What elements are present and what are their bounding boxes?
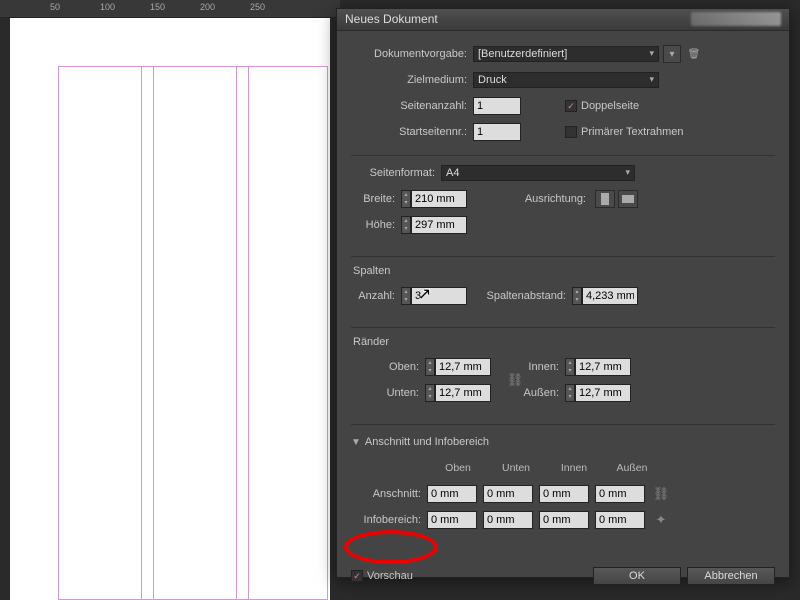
link-margins-icon[interactable]: ⛓ — [507, 368, 523, 392]
save-preset-icon[interactable]: ▾ — [663, 45, 681, 63]
orientation-landscape-button[interactable] — [618, 190, 638, 208]
link-slug-icon[interactable]: ✦ — [653, 508, 669, 532]
bleed-inner-input[interactable] — [539, 485, 589, 503]
gutter-spinner[interactable]: ▴▾ — [572, 287, 582, 305]
bleed-header-top: Oben — [429, 462, 487, 474]
ruler-mark: 250 — [250, 2, 265, 12]
slug-outer-input[interactable] — [595, 511, 645, 529]
margin-outer-spinner[interactable]: ▴▾ — [565, 384, 575, 402]
bleed-header-inner: Innen — [545, 462, 603, 474]
bleed-header-outer: Außen — [603, 462, 661, 474]
column-count-input[interactable] — [411, 287, 467, 305]
preset-label: Dokumentvorgabe: — [351, 48, 473, 60]
bleed-top-input[interactable] — [427, 485, 477, 503]
margin-top-input[interactable] — [435, 358, 491, 376]
slug-top-input[interactable] — [427, 511, 477, 529]
intent-label: Zielmedium: — [351, 74, 473, 86]
pagesize-label: Seitenformat: — [351, 167, 441, 179]
margin-top-label: Oben: — [351, 361, 425, 373]
column-count-label: Anzahl: — [351, 290, 401, 302]
pages-input-group — [473, 97, 521, 115]
margins-section-label: Ränder — [353, 336, 775, 348]
bleed-outer-input[interactable] — [595, 485, 645, 503]
height-spinner[interactable]: ▴▾ — [401, 216, 411, 234]
ruler-mark: 200 — [200, 2, 215, 12]
bleed-section-label: Anschnitt und Infobereich — [365, 436, 489, 448]
new-document-dialog: Neues Dokument Dokumentvorgabe: [Benutze… — [336, 8, 790, 578]
intent-select[interactable]: Druck — [473, 72, 659, 88]
margin-bottom-label: Unten: — [351, 387, 425, 399]
margin-outer-input[interactable] — [575, 384, 631, 402]
startpage-input[interactable] — [473, 123, 521, 141]
preview-label: Vorschau — [367, 570, 413, 582]
ok-button[interactable]: OK — [593, 567, 681, 585]
facing-pages-checkbox[interactable] — [565, 100, 577, 112]
slug-inner-input[interactable] — [539, 511, 589, 529]
horizontal-ruler: 50 100 150 200 250 — [0, 0, 340, 18]
slug-label: Infobereich: — [351, 514, 427, 526]
bleed-header-bottom: Unten — [487, 462, 545, 474]
margin-bottom-spinner[interactable]: ▴▾ — [425, 384, 435, 402]
ruler-mark: 50 — [50, 2, 60, 12]
margin-inner-input[interactable] — [575, 358, 631, 376]
pages-label: Seitenanzahl: — [351, 100, 473, 112]
width-label: Breite: — [351, 193, 401, 205]
margin-top-spinner[interactable]: ▴▾ — [425, 358, 435, 376]
ruler-mark: 150 — [150, 2, 165, 12]
columns-section-label: Spalten — [353, 265, 775, 277]
window-controls-blur — [691, 12, 781, 26]
column-guide — [153, 66, 154, 600]
orientation-portrait-button[interactable] — [595, 190, 615, 208]
width-spinner[interactable]: ▴▾ — [401, 190, 411, 208]
bleed-bottom-input[interactable] — [483, 485, 533, 503]
ruler-mark: 100 — [100, 2, 115, 12]
preset-select[interactable]: [Benutzerdefiniert] — [473, 46, 659, 62]
orientation-label: Ausrichtung: — [467, 193, 592, 205]
primary-text-frame-checkbox[interactable] — [565, 126, 577, 138]
column-guide — [248, 66, 249, 600]
link-bleed-icon[interactable]: ⛓ — [653, 482, 669, 506]
bleed-section-disclosure-icon[interactable]: ▼ — [351, 437, 361, 448]
bleed-label: Anschnitt: — [351, 488, 427, 500]
margin-inner-spinner[interactable]: ▴▾ — [565, 358, 575, 376]
pages-input[interactable] — [473, 97, 521, 115]
startpage-label: Startseitennr.: — [351, 126, 473, 138]
facing-pages-label: Doppelseite — [581, 100, 639, 112]
document-canvas[interactable] — [10, 18, 330, 600]
delete-preset-icon[interactable]: 🗑 — [685, 45, 703, 63]
page-preview — [28, 66, 328, 600]
gutter-label: Spaltenabstand: — [467, 290, 572, 302]
margin-guides — [58, 66, 328, 600]
column-count-spinner[interactable]: ▴▾ — [401, 287, 411, 305]
pagesize-select[interactable]: A4 — [441, 165, 635, 181]
height-input[interactable] — [411, 216, 467, 234]
margin-bottom-input[interactable] — [435, 384, 491, 402]
dialog-titlebar[interactable]: Neues Dokument — [337, 9, 789, 31]
cancel-button[interactable]: Abbrechen — [687, 567, 775, 585]
dialog-title: Neues Dokument — [345, 12, 438, 26]
width-input[interactable] — [411, 190, 467, 208]
slug-bottom-input[interactable] — [483, 511, 533, 529]
column-guide — [141, 66, 142, 600]
primary-text-frame-label: Primärer Textrahmen — [581, 126, 684, 138]
column-guide — [236, 66, 237, 600]
height-label: Höhe: — [351, 219, 401, 231]
gutter-input[interactable] — [582, 287, 638, 305]
preview-checkbox[interactable] — [351, 570, 363, 582]
